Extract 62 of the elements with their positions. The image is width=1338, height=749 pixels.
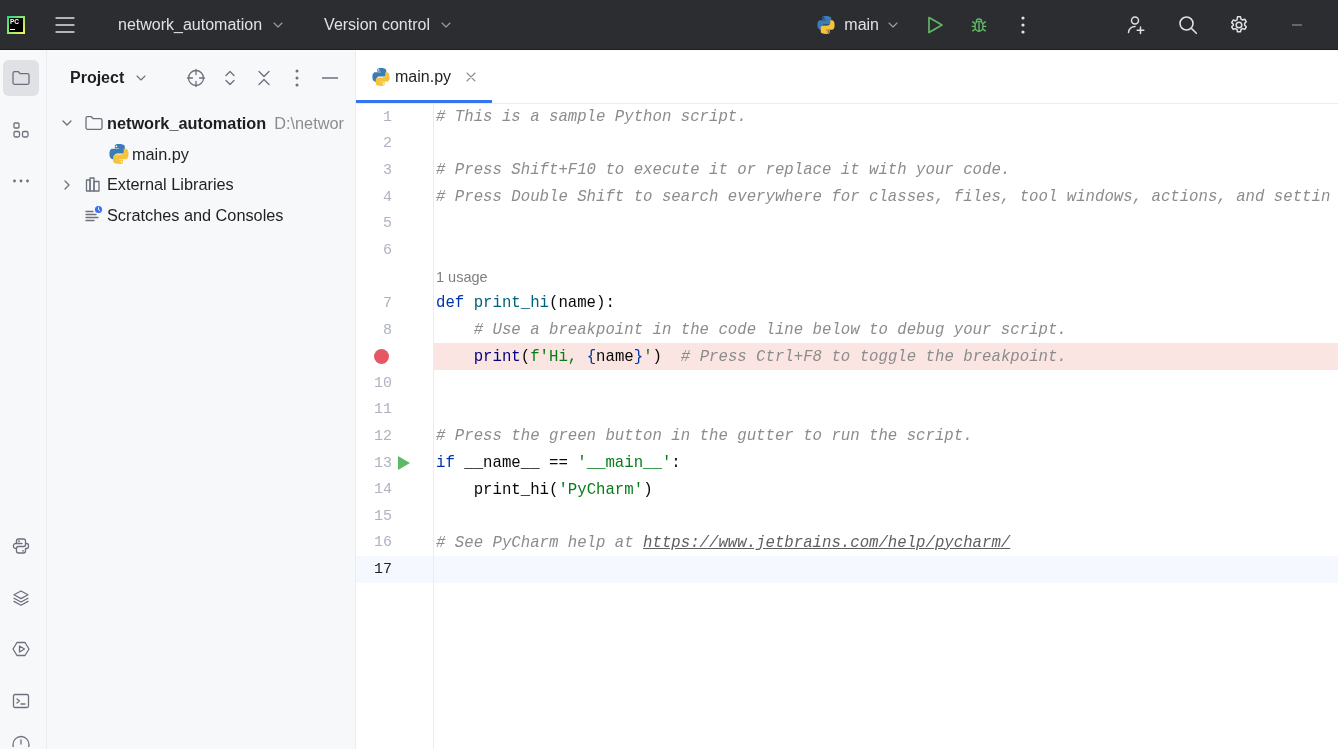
minimize-icon[interactable] <box>1292 23 1302 26</box>
code-line: # Press Double Shift to search everywhere for classes, files, tool windows, actions, and settin <box>435 187 1332 209</box>
project-switcher[interactable]: network_automation <box>118 15 284 34</box>
chevron-down-icon <box>136 75 147 81</box>
code-line: print_hi('PyCharm') <box>472 479 654 501</box>
python-icon <box>372 67 390 86</box>
code-line: # Use a breakpoint in the code line below to debug your script. <box>472 320 1068 342</box>
python-icon[interactable] <box>11 536 31 556</box>
python-icon <box>109 144 129 165</box>
code-line: # Press Shift+F10 to execute it or replace it with your code. <box>435 160 1012 182</box>
url-link[interactable]: https://www.jetbrains.com/help/pycharm/ <box>643 533 1011 552</box>
code-line: # This is a sample Python script. <box>435 107 748 129</box>
line-number: 1 <box>383 108 392 126</box>
editor-tab[interactable]: main.py <box>356 50 493 103</box>
project-view-dropdown[interactable]: Project <box>70 69 147 87</box>
line-number: 17 <box>374 560 392 578</box>
line-number: 8 <box>383 321 392 339</box>
run-icon[interactable] <box>398 456 410 470</box>
run-icon[interactable] <box>926 14 944 35</box>
code-line: def print_hi(name): <box>435 293 616 315</box>
tree-item[interactable]: main.py <box>132 144 189 164</box>
run-config-dropdown[interactable]: main <box>817 15 898 34</box>
path-label: D:\networ <box>274 113 344 133</box>
crosshair-icon[interactable] <box>186 68 207 88</box>
menu-icon[interactable] <box>55 15 75 34</box>
folder-icon[interactable] <box>3 60 39 96</box>
alert-icon[interactable] <box>11 734 31 747</box>
chevron-down-icon <box>440 21 451 28</box>
tree-item[interactable]: Scratches and Consoles <box>107 205 284 225</box>
line-number: 4 <box>383 188 392 206</box>
line-number: 11 <box>374 401 392 419</box>
code-line: if __name__ == '__main__': <box>435 453 682 474</box>
line-number: 3 <box>383 162 392 179</box>
vcs-dropdown[interactable]: Version control <box>324 15 451 34</box>
code-line: # Press the green button in the gutter to run the script. <box>435 426 974 448</box>
line-number: 10 <box>374 374 392 392</box>
line-number: 16 <box>374 534 392 552</box>
settings-icon[interactable] <box>1229 14 1249 35</box>
breakpoint-icon[interactable] <box>374 349 389 365</box>
chevron-down-icon <box>888 21 898 28</box>
usage-hint[interactable]: 1 usage <box>436 268 488 285</box>
line-number: 2 <box>383 135 392 153</box>
more-icon[interactable] <box>1021 15 1025 34</box>
line-number: 5 <box>383 215 392 233</box>
line-number: 12 <box>374 427 392 445</box>
python-icon <box>817 15 836 34</box>
add-user-icon[interactable] <box>1126 14 1146 35</box>
tree-item[interactable]: External Libraries <box>107 175 234 195</box>
tree-item[interactable]: network_automation <box>107 113 267 133</box>
line-number: 14 <box>374 481 392 499</box>
more-icon[interactable] <box>295 69 300 87</box>
close-icon[interactable] <box>466 71 477 82</box>
line-number: 7 <box>383 294 392 312</box>
line-number: 13 <box>374 454 392 472</box>
line-number: 6 <box>383 241 392 259</box>
play-hexagon-icon[interactable] <box>11 639 31 659</box>
code-line: # See PyCharm help at https://www.jetbrains.com/help/pycharm/ <box>435 532 1012 554</box>
chevron-down-icon <box>273 21 284 28</box>
search-icon[interactable] <box>1178 14 1198 35</box>
structure-icon[interactable] <box>11 119 31 140</box>
minimize-icon[interactable] <box>322 77 339 79</box>
line-number: 15 <box>374 507 392 525</box>
